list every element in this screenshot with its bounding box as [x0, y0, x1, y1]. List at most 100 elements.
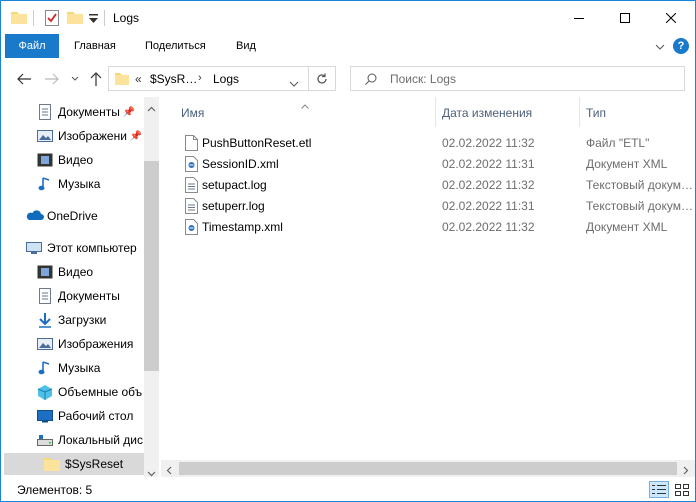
video-icon — [37, 152, 53, 168]
breadcrumb-sysreset[interactable]: $SysR… — [150, 72, 197, 86]
maximize-button[interactable] — [602, 1, 648, 34]
nav-item-this-pc[interactable]: Этот компьютер — [26, 237, 137, 259]
3d-objects-icon — [37, 384, 53, 400]
navigation-bar: « $SysR… › Logs Поиск: Logs — [1, 62, 695, 96]
tab-share[interactable]: Поделиться — [145, 34, 206, 58]
text-file-icon — [185, 177, 198, 193]
close-button[interactable] — [648, 1, 694, 34]
folder-icon — [115, 72, 129, 88]
tab-view[interactable]: Вид — [236, 34, 256, 58]
file-name: setupact.log — [202, 178, 267, 192]
properties-icon[interactable] — [45, 10, 59, 29]
xml-file-icon — [185, 219, 198, 235]
recent-locations-button[interactable] — [66, 70, 84, 88]
new-folder-icon[interactable] — [67, 10, 83, 27]
file-date: 02.02.2022 11:31 — [442, 199, 535, 213]
pictures-icon — [37, 336, 53, 352]
breadcrumb-logs[interactable]: Logs — [213, 72, 239, 86]
nav-item-sysreset[interactable]: $SysReset — [4, 453, 144, 475]
folder-icon — [44, 456, 60, 472]
nav-item-pictures[interactable]: Изображени 📌 — [37, 125, 142, 147]
text-file-icon — [185, 198, 198, 214]
explorer-window: Logs Файл Главная Поделиться Вид ? « $Sy… — [0, 0, 696, 502]
pictures-icon — [37, 128, 53, 144]
nav-item-video[interactable]: Видео — [37, 149, 93, 171]
nav-item-pc-video[interactable]: Видео — [37, 261, 93, 283]
nav-item-pc-pictures[interactable]: Изображения — [37, 333, 133, 355]
address-dropdown-icon[interactable] — [289, 76, 299, 90]
documents-icon — [37, 288, 53, 304]
scroll-right-icon[interactable] — [683, 464, 689, 478]
nav-scrollbar[interactable] — [144, 97, 159, 477]
up-button[interactable] — [87, 70, 105, 88]
folder-icon — [11, 10, 27, 27]
file-name: Timestamp.xml — [202, 220, 283, 234]
downloads-icon — [37, 312, 53, 328]
breadcrumb-separator-icon[interactable]: › — [198, 72, 202, 84]
file-type: Документ XML — [586, 157, 668, 171]
help-icon[interactable]: ? — [673, 38, 689, 54]
file-type: Текстовый докум… — [586, 199, 693, 213]
file-name: SessionID.xml — [202, 157, 279, 171]
documents-icon — [37, 104, 53, 120]
forward-button[interactable] — [43, 70, 61, 88]
horizontal-scrollbar[interactable] — [161, 460, 695, 477]
address-bar[interactable]: « $SysR… › Logs — [108, 66, 309, 91]
nav-item-pc-documents[interactable]: Документы — [37, 285, 120, 307]
navigation-pane: Документы 📌 Изображени 📌 Видео Музыка On… — [1, 97, 161, 477]
nav-scrollbar-thumb[interactable] — [144, 161, 159, 371]
file-name: setuperr.log — [202, 199, 265, 213]
ribbon-tabs: Файл Главная Поделиться Вид ? — [1, 34, 695, 58]
file-row[interactable]: setupact.log 02.02.2022 11:32 Текстовый … — [181, 174, 695, 195]
search-box[interactable]: Поиск: Logs — [350, 66, 685, 91]
scroll-left-icon[interactable] — [166, 464, 172, 478]
nav-item-music[interactable]: Музыка — [37, 173, 100, 195]
file-type: Текстовый докум… — [586, 178, 693, 192]
pin-icon: 📌 — [129, 130, 143, 142]
window-title: Logs — [113, 11, 140, 25]
column-date-header[interactable]: Дата изменения — [442, 106, 532, 120]
file-row[interactable]: setuperr.log 02.02.2022 11:31 Текстовый … — [181, 195, 695, 216]
file-icon — [185, 135, 198, 151]
nav-item-3d-objects[interactable]: Объемные объ — [37, 381, 142, 403]
sort-ascending-icon — [301, 98, 309, 112]
nav-item-downloads[interactable]: Загрузки — [37, 309, 106, 331]
file-list: Имя Дата изменения Тип PushButtonReset.e… — [161, 97, 695, 477]
tab-file[interactable]: Файл — [5, 34, 59, 58]
file-row[interactable]: SessionID.xml 02.02.2022 11:31 Документ … — [181, 153, 695, 174]
address-overflow[interactable]: « — [135, 72, 142, 86]
large-icons-view-button[interactable] — [672, 481, 692, 498]
scroll-up-icon[interactable] — [147, 101, 156, 115]
file-row[interactable]: Timestamp.xml 02.02.2022 11:32 Документ … — [181, 216, 695, 237]
expand-ribbon-icon[interactable] — [655, 40, 665, 54]
tab-home[interactable]: Главная — [74, 34, 116, 58]
column-name-header[interactable]: Имя — [181, 106, 204, 120]
nav-item-local-disk[interactable]: Локальный дис — [37, 429, 143, 451]
nav-item-onedrive[interactable]: OneDrive — [26, 205, 98, 227]
title-bar: Logs — [1, 1, 695, 34]
horizontal-scrollbar-thumb[interactable] — [179, 462, 677, 475]
search-input[interactable]: Поиск: Logs — [390, 72, 456, 86]
desktop-icon — [37, 408, 53, 424]
nav-item-pc-music[interactable]: Музыка — [37, 357, 100, 379]
file-date: 02.02.2022 11:31 — [442, 157, 535, 171]
details-view-button[interactable] — [649, 481, 669, 498]
column-separator — [579, 97, 580, 127]
file-date: 02.02.2022 11:32 — [442, 178, 535, 192]
back-button[interactable] — [15, 70, 33, 88]
search-icon — [365, 73, 377, 88]
nav-item-documents[interactable]: Документы 📌 — [37, 101, 135, 123]
drive-icon — [37, 432, 53, 448]
video-icon — [37, 264, 53, 280]
nav-item-desktop[interactable]: Рабочий стол — [37, 405, 133, 427]
customize-toolbar-icon[interactable] — [89, 13, 98, 27]
minimize-button[interactable] — [556, 1, 602, 34]
pin-icon: 📌 — [122, 106, 136, 118]
file-name: PushButtonReset.etl — [202, 136, 312, 150]
cloud-icon — [26, 208, 44, 224]
file-row[interactable]: PushButtonReset.etl 02.02.2022 11:32 Фай… — [181, 132, 695, 153]
xml-file-icon — [185, 156, 198, 172]
column-type-header[interactable]: Тип — [586, 106, 606, 120]
refresh-button[interactable] — [309, 66, 336, 91]
computer-icon — [26, 240, 42, 256]
